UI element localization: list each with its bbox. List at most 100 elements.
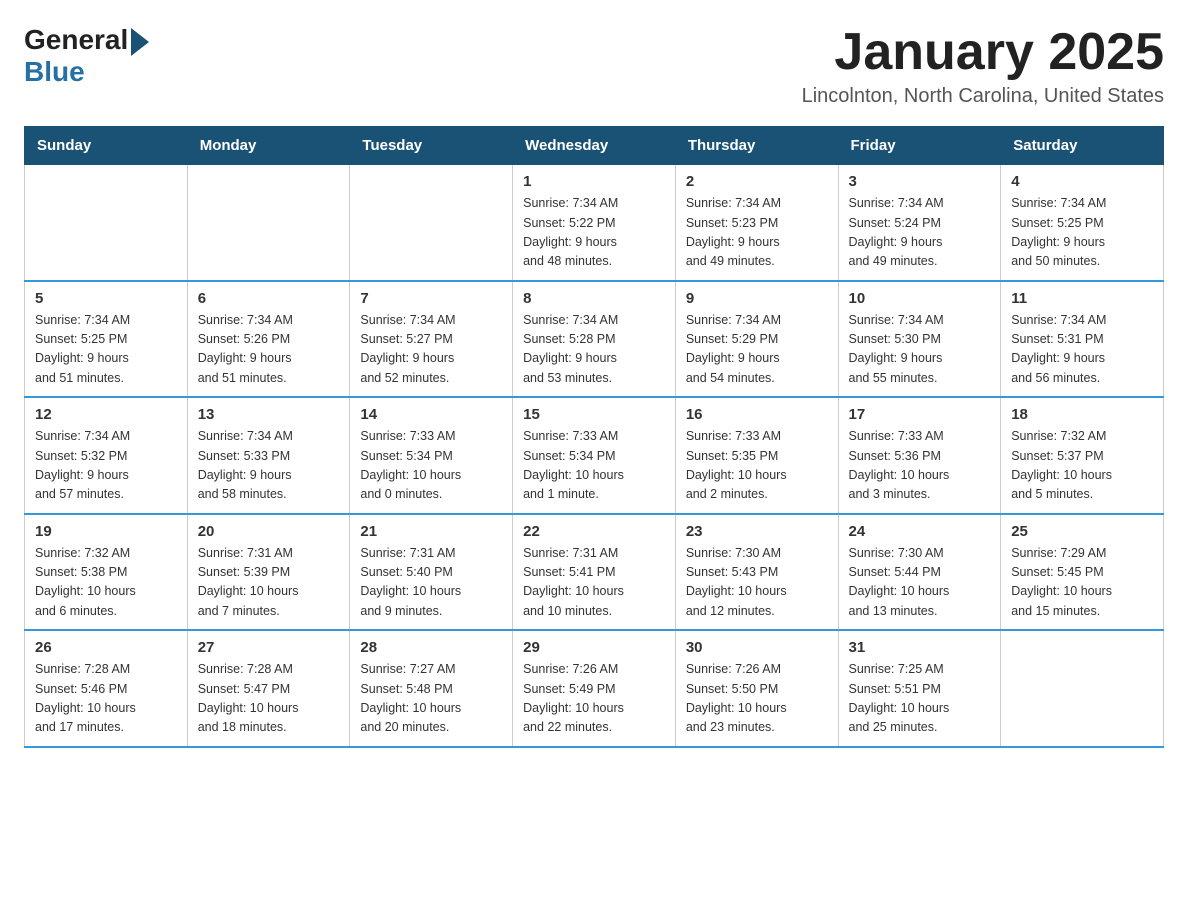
day-info: Sunrise: 7:34 AMSunset: 5:26 PMDaylight:… xyxy=(198,313,293,385)
day-number: 29 xyxy=(523,639,665,656)
day-number: 8 xyxy=(523,290,665,307)
title-block: January 2025 Lincolnton, North Carolina,… xyxy=(802,24,1164,108)
logo-general-text: General xyxy=(24,24,128,56)
calendar-day-cell: 24Sunrise: 7:30 AMSunset: 5:44 PMDayligh… xyxy=(838,514,1001,631)
calendar-day-cell: 25 Sunrise: 7:29 AMSunset: 5:45 PMDayligh… xyxy=(1001,514,1164,631)
calendar-day-cell: 7 Sunrise: 7:34 AMSunset: 5:27 PMDaylight… xyxy=(350,281,513,398)
day-of-week-header: Friday xyxy=(838,127,1001,165)
calendar-table: SundayMondayTuesdayWednesdayThursdayFrid… xyxy=(24,126,1164,748)
calendar-day-cell: 30 Sunrise: 7:26 AMSunset: 5:50 PMDayligh… xyxy=(675,630,838,747)
day-of-week-header: Saturday xyxy=(1001,127,1164,165)
calendar-day-cell xyxy=(187,165,350,281)
day-number: 6 xyxy=(198,290,340,307)
day-info: Sunrise: 7:33 AMSunset: 5:34 PMDaylight:… xyxy=(523,429,624,501)
day-number: 28 xyxy=(360,639,502,656)
day-info: Sunrise: 7:30 AMSunset: 5:43 PMDaylight:… xyxy=(686,546,787,618)
month-title: January 2025 xyxy=(802,24,1164,81)
calendar-week-row: 12 Sunrise: 7:34 AMSunset: 5:32 PMDayligh… xyxy=(25,397,1164,514)
day-number: 12 xyxy=(35,406,177,423)
day-info: Sunrise: 7:28 AMSunset: 5:47 PMDaylight:… xyxy=(198,662,299,734)
day-number: 26 xyxy=(35,639,177,656)
day-info: Sunrise: 7:34 AMSunset: 5:25 PMDaylight:… xyxy=(1011,196,1106,268)
day-of-week-header: Tuesday xyxy=(350,127,513,165)
day-number: 16 xyxy=(686,406,828,423)
day-of-week-header: Monday xyxy=(187,127,350,165)
day-info: Sunrise: 7:34 AMSunset: 5:32 PMDaylight:… xyxy=(35,429,130,501)
calendar-body: 1 Sunrise: 7:34 AMSunset: 5:22 PMDaylight… xyxy=(25,165,1164,747)
day-info: Sunrise: 7:31 AMSunset: 5:39 PMDaylight:… xyxy=(198,546,299,618)
calendar-day-cell: 14Sunrise: 7:33 AMSunset: 5:34 PMDayligh… xyxy=(350,397,513,514)
day-number: 31 xyxy=(849,639,991,656)
day-number: 17 xyxy=(849,406,991,423)
day-number: 5 xyxy=(35,290,177,307)
day-number: 20 xyxy=(198,523,340,540)
day-number: 11 xyxy=(1011,290,1153,307)
calendar-day-cell: 29 Sunrise: 7:26 AMSunset: 5:49 PMDayligh… xyxy=(513,630,676,747)
day-info: Sunrise: 7:26 AMSunset: 5:50 PMDaylight:… xyxy=(686,662,787,734)
calendar-day-cell: 21Sunrise: 7:31 AMSunset: 5:40 PMDayligh… xyxy=(350,514,513,631)
calendar-day-cell: 4 Sunrise: 7:34 AMSunset: 5:25 PMDaylight… xyxy=(1001,165,1164,281)
day-number: 7 xyxy=(360,290,502,307)
day-number: 21 xyxy=(360,523,502,540)
day-info: Sunrise: 7:34 AMSunset: 5:22 PMDaylight:… xyxy=(523,196,618,268)
day-of-week-header: Wednesday xyxy=(513,127,676,165)
day-info: Sunrise: 7:34 AMSunset: 5:24 PMDaylight:… xyxy=(849,196,944,268)
calendar-day-cell: 6 Sunrise: 7:34 AMSunset: 5:26 PMDaylight… xyxy=(187,281,350,398)
day-info: Sunrise: 7:34 AMSunset: 5:28 PMDaylight:… xyxy=(523,313,618,385)
day-number: 30 xyxy=(686,639,828,656)
logo-triangle-icon xyxy=(131,28,149,56)
day-number: 15 xyxy=(523,406,665,423)
day-of-week-header: Sunday xyxy=(25,127,188,165)
day-number: 3 xyxy=(849,173,991,190)
day-number: 4 xyxy=(1011,173,1153,190)
calendar-day-cell: 9 Sunrise: 7:34 AMSunset: 5:29 PMDaylight… xyxy=(675,281,838,398)
calendar-day-cell: 5 Sunrise: 7:34 AMSunset: 5:25 PMDaylight… xyxy=(25,281,188,398)
page-header: General Blue January 2025 Lincolnton, No… xyxy=(24,24,1164,108)
day-info: Sunrise: 7:34 AMSunset: 5:29 PMDaylight:… xyxy=(686,313,781,385)
day-info: Sunrise: 7:31 AMSunset: 5:41 PMDaylight:… xyxy=(523,546,624,618)
day-info: Sunrise: 7:32 AMSunset: 5:38 PMDaylight:… xyxy=(35,546,136,618)
calendar-day-cell: 1 Sunrise: 7:34 AMSunset: 5:22 PMDaylight… xyxy=(513,165,676,281)
calendar-day-cell: 12 Sunrise: 7:34 AMSunset: 5:32 PMDayligh… xyxy=(25,397,188,514)
day-number: 23 xyxy=(686,523,828,540)
day-info: Sunrise: 7:33 AMSunset: 5:36 PMDaylight:… xyxy=(849,429,950,501)
calendar-day-cell xyxy=(25,165,188,281)
day-number: 18 xyxy=(1011,406,1153,423)
day-info: Sunrise: 7:29 AMSunset: 5:45 PMDaylight:… xyxy=(1011,546,1112,618)
day-number: 13 xyxy=(198,406,340,423)
calendar-day-cell: 26 Sunrise: 7:28 AMSunset: 5:46 PMDayligh… xyxy=(25,630,188,747)
calendar-week-row: 19 Sunrise: 7:32 AMSunset: 5:38 PMDayligh… xyxy=(25,514,1164,631)
day-info: Sunrise: 7:34 AMSunset: 5:23 PMDaylight:… xyxy=(686,196,781,268)
day-info: Sunrise: 7:34 AMSunset: 5:25 PMDaylight:… xyxy=(35,313,130,385)
calendar-day-cell: 23 Sunrise: 7:30 AMSunset: 5:43 PMDayligh… xyxy=(675,514,838,631)
day-number: 25 xyxy=(1011,523,1153,540)
day-info: Sunrise: 7:26 AMSunset: 5:49 PMDaylight:… xyxy=(523,662,624,734)
day-number: 1 xyxy=(523,173,665,190)
calendar-day-cell: 8 Sunrise: 7:34 AMSunset: 5:28 PMDaylight… xyxy=(513,281,676,398)
calendar-day-cell: 31 Sunrise: 7:25 AMSunset: 5:51 PMDayligh… xyxy=(838,630,1001,747)
day-number: 19 xyxy=(35,523,177,540)
location-text: Lincolnton, North Carolina, United State… xyxy=(802,85,1164,108)
calendar-day-cell: 2 Sunrise: 7:34 AMSunset: 5:23 PMDaylight… xyxy=(675,165,838,281)
logo: General Blue xyxy=(24,24,149,88)
calendar-day-cell xyxy=(350,165,513,281)
calendar-day-cell xyxy=(1001,630,1164,747)
day-number: 2 xyxy=(686,173,828,190)
calendar-week-row: 5 Sunrise: 7:34 AMSunset: 5:25 PMDaylight… xyxy=(25,281,1164,398)
calendar-day-cell: 13 Sunrise: 7:34 AMSunset: 5:33 PMDayligh… xyxy=(187,397,350,514)
calendar-day-cell: 19 Sunrise: 7:32 AMSunset: 5:38 PMDayligh… xyxy=(25,514,188,631)
day-info: Sunrise: 7:25 AMSunset: 5:51 PMDaylight:… xyxy=(849,662,950,734)
calendar-day-cell: 22 Sunrise: 7:31 AMSunset: 5:41 PMDayligh… xyxy=(513,514,676,631)
calendar-day-cell: 28Sunrise: 7:27 AMSunset: 5:48 PMDayligh… xyxy=(350,630,513,747)
day-number: 27 xyxy=(198,639,340,656)
calendar-day-cell: 15 Sunrise: 7:33 AMSunset: 5:34 PMDayligh… xyxy=(513,397,676,514)
day-number: 22 xyxy=(523,523,665,540)
day-number: 9 xyxy=(686,290,828,307)
calendar-day-cell: 16Sunrise: 7:33 AMSunset: 5:35 PMDayligh… xyxy=(675,397,838,514)
day-info: Sunrise: 7:34 AMSunset: 5:27 PMDaylight:… xyxy=(360,313,455,385)
day-info: Sunrise: 7:28 AMSunset: 5:46 PMDaylight:… xyxy=(35,662,136,734)
calendar-week-row: 1 Sunrise: 7:34 AMSunset: 5:22 PMDaylight… xyxy=(25,165,1164,281)
calendar-day-cell: 17 Sunrise: 7:33 AMSunset: 5:36 PMDayligh… xyxy=(838,397,1001,514)
day-info: Sunrise: 7:34 AMSunset: 5:33 PMDaylight:… xyxy=(198,429,293,501)
calendar-day-cell: 18Sunrise: 7:32 AMSunset: 5:37 PMDayligh… xyxy=(1001,397,1164,514)
